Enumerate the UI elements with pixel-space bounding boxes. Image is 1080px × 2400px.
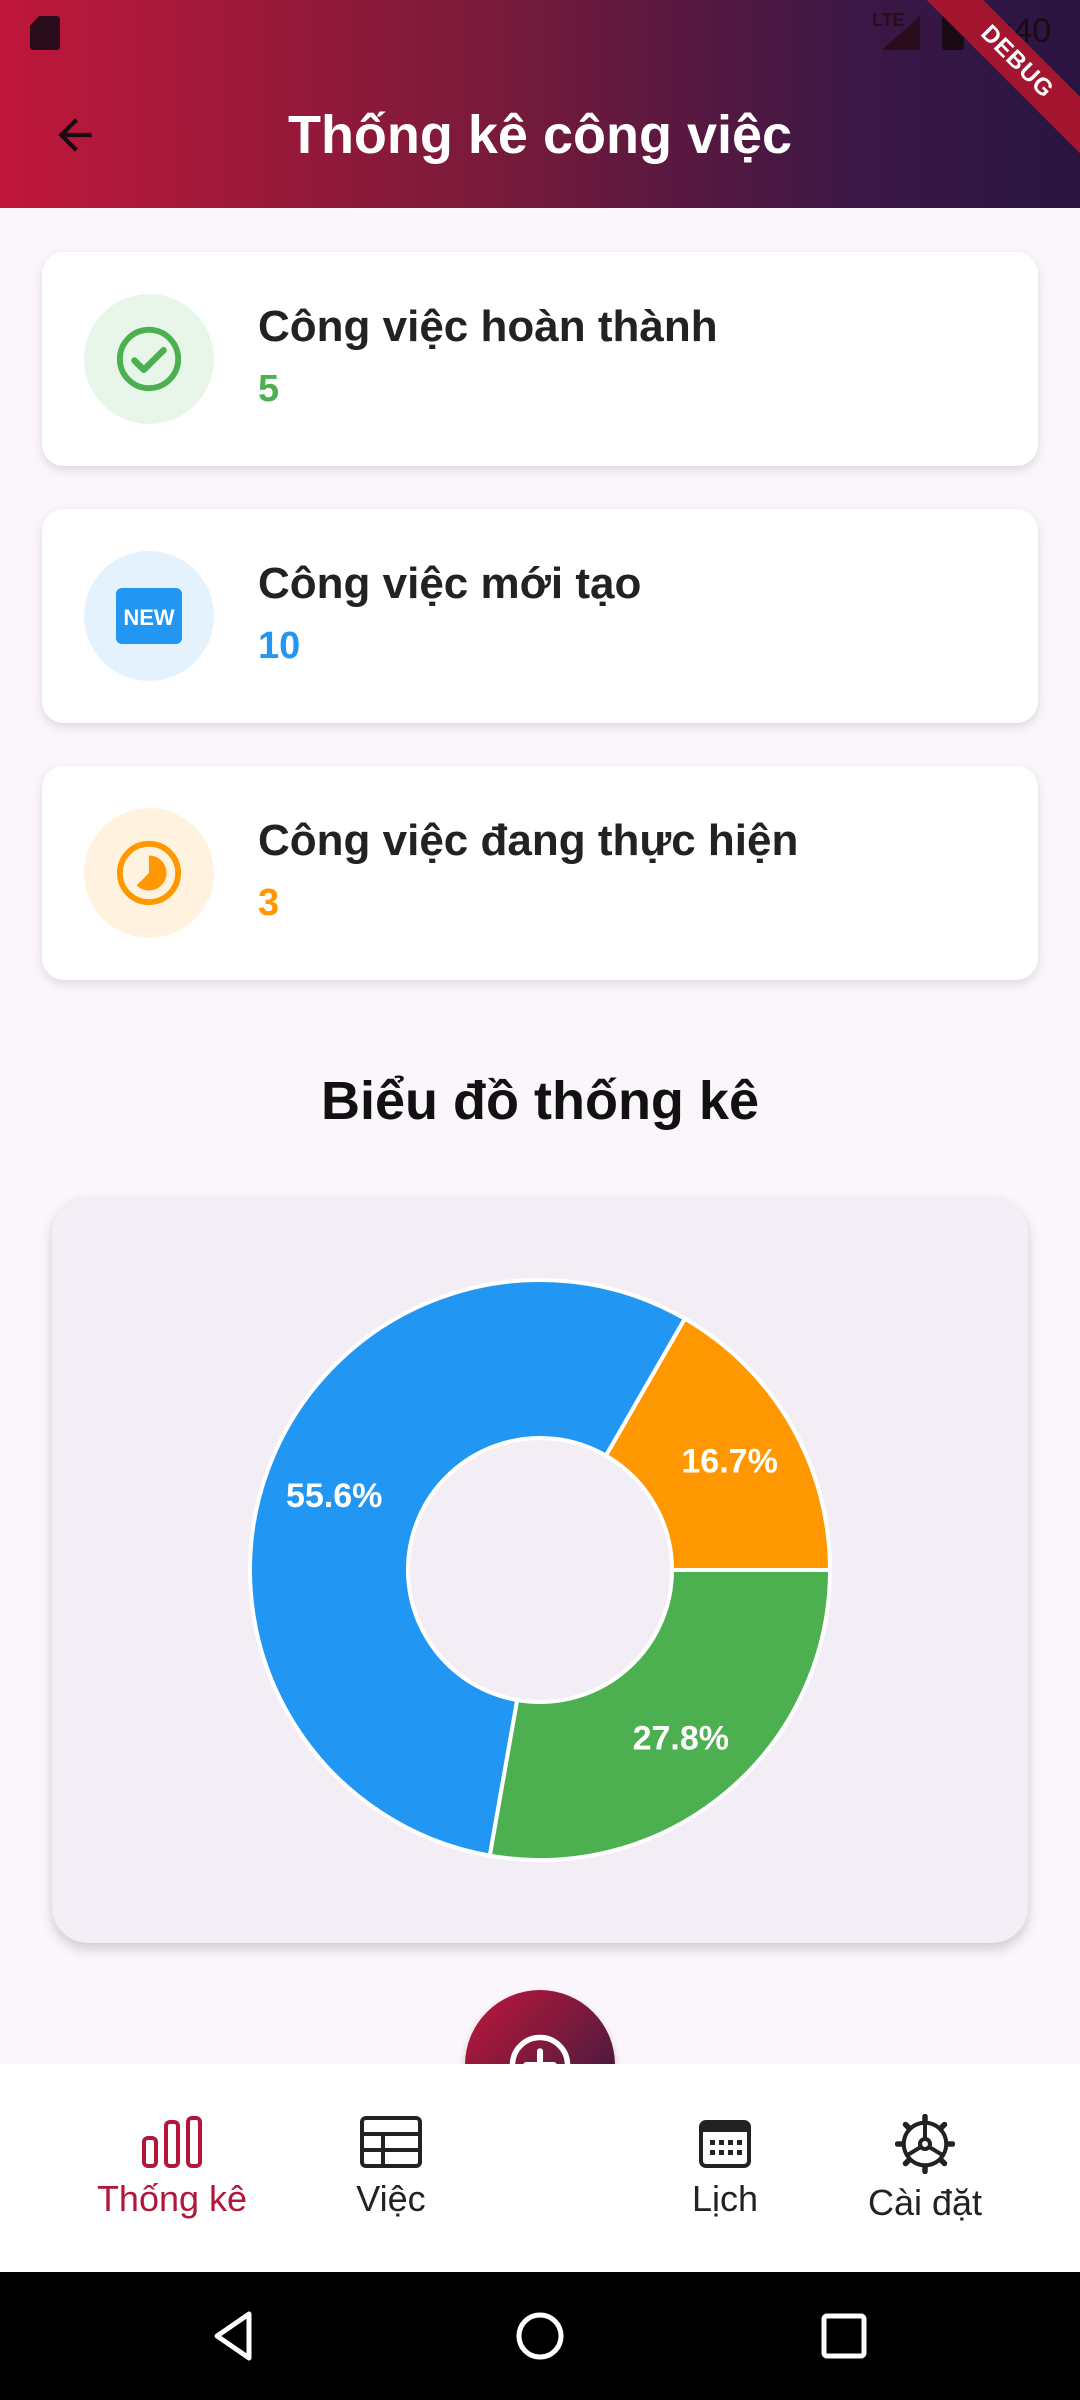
donut-slice-label: 16.7% (681, 1442, 777, 1480)
stat-value: 10 (258, 625, 301, 667)
status-bar: LTE 3:40 (0, 0, 1080, 64)
new-icon-circle: NEW (84, 551, 214, 681)
page-title: Thống kê công việc (287, 105, 793, 165)
stat-label: Công việc mới tạo (258, 559, 642, 608)
completed-icon-circle (84, 294, 214, 424)
square-recents-icon[interactable] (814, 2306, 874, 2366)
calendar-icon (699, 2120, 751, 2168)
donut-slice-label: 27.8% (633, 1720, 729, 1758)
donut-slice (487, 1568, 833, 1862)
check-circle-icon (116, 326, 182, 392)
nav-label: Việc (356, 2178, 426, 2219)
in-progress-icon-circle (84, 808, 214, 938)
stat-card-new: NEW Công việc mới tạo 10 (42, 509, 1038, 723)
chart-section-title: Biểu đồ thống kê (321, 1071, 759, 1131)
stat-card-in-progress: Công việc đang thực hiện 3 (42, 766, 1038, 980)
sd-card-icon (30, 16, 60, 50)
chart-card: 16.7% 27.8% 55.6% (52, 1197, 1028, 1943)
nav-label: Lịch (691, 2178, 759, 2219)
network-type: LTE (872, 10, 905, 30)
circle-home-icon[interactable] (510, 2306, 570, 2366)
table-icon (360, 2116, 422, 2168)
nav-item-tasks[interactable]: Việc (271, 2114, 511, 2220)
stat-label: Công việc hoàn thành (258, 302, 718, 351)
nav-item-settings[interactable]: Cài đặt (805, 2114, 1045, 2224)
nav-item-statistics[interactable]: Thống kê (52, 2114, 292, 2220)
system-navigation-bar (0, 2272, 1080, 2400)
new-badge-icon: NEW (116, 588, 182, 644)
settings-icon (895, 2114, 955, 2174)
bar-chart-icon (142, 2116, 202, 2168)
timelapse-icon (116, 840, 182, 906)
stat-card-completed: Công việc hoàn thành 5 (42, 252, 1038, 466)
donut-chart: 16.7% 27.8% 55.6% (248, 1278, 833, 1862)
nav-label: Cài đặt (867, 2182, 983, 2223)
stat-value: 3 (258, 882, 280, 924)
new-badge-text: NEW (123, 605, 175, 630)
nav-label: Thống kê (96, 2178, 248, 2219)
app-bar: LTE 3:40 DEBUG Thống kê công việc (0, 0, 1080, 208)
stat-value: 5 (258, 368, 280, 410)
bottom-navigation: Thống kê Việc Lịch Cài đặt (0, 2064, 1080, 2272)
stat-label: Công việc đang thực hiện (258, 816, 799, 865)
donut-slice-label: 55.6% (286, 1477, 382, 1515)
triangle-back-icon[interactable] (205, 2306, 265, 2366)
